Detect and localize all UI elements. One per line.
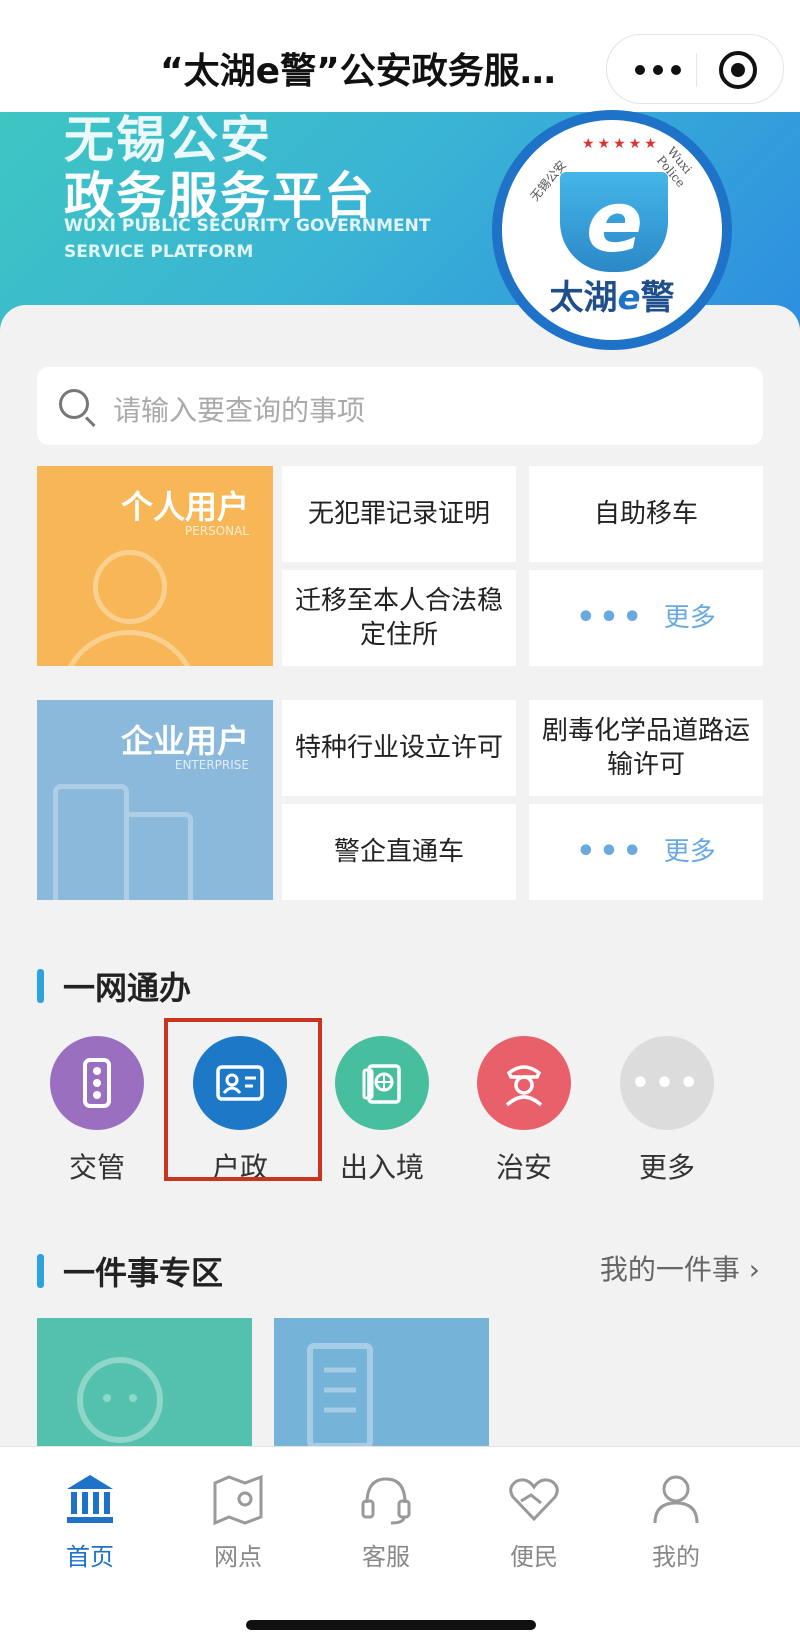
service-special-industry-permit[interactable]: 特种行业设立许可 [282, 700, 516, 796]
logo-brand-c: 警 [640, 278, 675, 318]
quick-exit-entry-label: 出入境 [339, 1151, 424, 1184]
taihu-e-police-logo: ★★★★★ 无锡公安 Wuxi Police e 太湖e警 [492, 110, 732, 350]
personal-label: 个人用户 [120, 488, 249, 526]
one-thing-tile-child[interactable] [37, 1318, 252, 1448]
section-one-net-label: 一网通办 [63, 969, 192, 1007]
baby-face-icon [77, 1357, 163, 1443]
tab-outlets[interactable]: 网点 [188, 1471, 288, 1572]
person-icon [51, 550, 211, 666]
police-officer-icon [477, 1036, 571, 1130]
enterprise-services: 企业用户 ENTERPRISE 特种行业设立许可 剧毒化学品道路运输许可 警企直… [37, 700, 763, 900]
section-one-thing-label: 一件事专区 [63, 1254, 224, 1292]
tab-customer-service-label: 客服 [362, 1543, 410, 1571]
bank-building-icon [63, 1471, 117, 1527]
quick-exit-entry[interactable]: 出入境 [312, 1036, 452, 1186]
map-pin-icon [211, 1471, 265, 1527]
traffic-light-icon [50, 1036, 144, 1130]
personal-user-card[interactable]: 个人用户 PERSONAL [37, 466, 273, 666]
banner-subtitle-line1: WUXI PUBLIC SECURITY GOVERNMENT [64, 216, 431, 236]
service-migrate-residence[interactable]: 迁移至本人合法稳定住所 [282, 570, 516, 666]
logo-inner: ★★★★★ 无锡公安 Wuxi Police e 太湖e警 [502, 120, 722, 340]
search-input[interactable]: 请输入要查询的事项 [37, 367, 763, 445]
quick-more[interactable]: ••• 更多 [597, 1036, 737, 1186]
user-icon [649, 1471, 703, 1527]
service-police-enterprise-express[interactable]: 警企直通车 [282, 804, 516, 900]
mini-program-capsule [606, 34, 784, 104]
chevron-right-icon: › [748, 1253, 760, 1286]
tab-convenience-label: 便民 [510, 1543, 558, 1571]
bottom-tab-bar: 首页 网点 客服 便民 我的 [0, 1446, 800, 1645]
enterprise-more-button[interactable]: ••• 更多 [529, 804, 763, 900]
close-target-icon[interactable] [719, 51, 757, 89]
logo-brand-a: 太湖 [549, 278, 618, 318]
nav-bar: “太湖e警”公安政务服… [0, 0, 800, 112]
one-thing-tile-building[interactable] [274, 1318, 489, 1449]
search-placeholder: 请输入要查询的事项 [113, 394, 366, 427]
enterprise-user-card[interactable]: 企业用户 ENTERPRISE [37, 700, 273, 900]
page-title: “太湖e警”公安政务服… [160, 51, 556, 92]
enterprise-sub: ENTERPRISE [174, 758, 249, 772]
my-one-thing-link[interactable]: 我的一件事 › [600, 1248, 760, 1288]
quick-more-label: 更多 [638, 1151, 695, 1184]
search-icon [59, 389, 89, 419]
service-self-move-car[interactable]: 自助移车 [529, 466, 763, 562]
tab-customer-service[interactable]: 客服 [336, 1471, 436, 1572]
my-one-thing-label: 我的一件事 [599, 1253, 740, 1286]
tab-mine[interactable]: 我的 [626, 1471, 726, 1572]
home-indicator [246, 1620, 536, 1630]
quick-traffic-label: 交管 [68, 1151, 125, 1184]
shield-icon: e [560, 172, 668, 272]
logo-brand-b: e [617, 278, 641, 318]
logo-stars: ★★★★★ [582, 136, 660, 152]
capsule-divider [696, 53, 697, 87]
more-dots-icon: ••• [620, 1036, 714, 1130]
service-no-criminal-record[interactable]: 无犯罪记录证明 [282, 466, 516, 562]
tab-home-label: 首页 [66, 1543, 114, 1571]
tab-convenience[interactable]: 便民 [484, 1471, 584, 1572]
personal-sub: PERSONAL [184, 524, 249, 538]
logo-brand: 太湖e警 [532, 270, 692, 319]
tab-outlets-label: 网点 [214, 1543, 262, 1571]
headset-icon [359, 1471, 413, 1527]
banner-subtitle-line2: SERVICE PLATFORM [64, 242, 254, 262]
quick-public-security[interactable]: 治安 [454, 1036, 594, 1186]
section-accent-bar [37, 969, 44, 1003]
more-dots-icon: ••• [576, 834, 646, 869]
quick-traffic[interactable]: 交管 [27, 1036, 167, 1186]
document-building-icon [307, 1343, 373, 1449]
building-icon [53, 784, 203, 900]
personal-more-label: 更多 [663, 603, 716, 633]
more-dots-icon[interactable] [635, 57, 681, 83]
personal-more-button[interactable]: ••• 更多 [529, 570, 763, 666]
more-dots-icon: ••• [576, 600, 646, 635]
section-one-net-title: 一网通办 [37, 963, 191, 1009]
personal-services: 个人用户 PERSONAL 无犯罪记录证明 自助移车 迁移至本人合法稳定住所 •… [37, 466, 763, 666]
logo-e-letter: e [586, 173, 643, 271]
tab-home[interactable]: 首页 [40, 1471, 140, 1572]
service-toxic-chemical-transport[interactable]: 剧毒化学品道路运输许可 [529, 700, 763, 796]
section-accent-bar [37, 1254, 44, 1288]
enterprise-label: 企业用户 [120, 722, 249, 760]
quick-public-security-label: 治安 [495, 1151, 552, 1184]
section-one-thing-title: 一件事专区 [37, 1248, 223, 1294]
heart-hands-icon [507, 1471, 561, 1527]
highlight-box [164, 1018, 322, 1181]
enterprise-more-label: 更多 [663, 837, 716, 867]
tab-mine-label: 我的 [652, 1543, 700, 1571]
passport-icon [335, 1036, 429, 1130]
